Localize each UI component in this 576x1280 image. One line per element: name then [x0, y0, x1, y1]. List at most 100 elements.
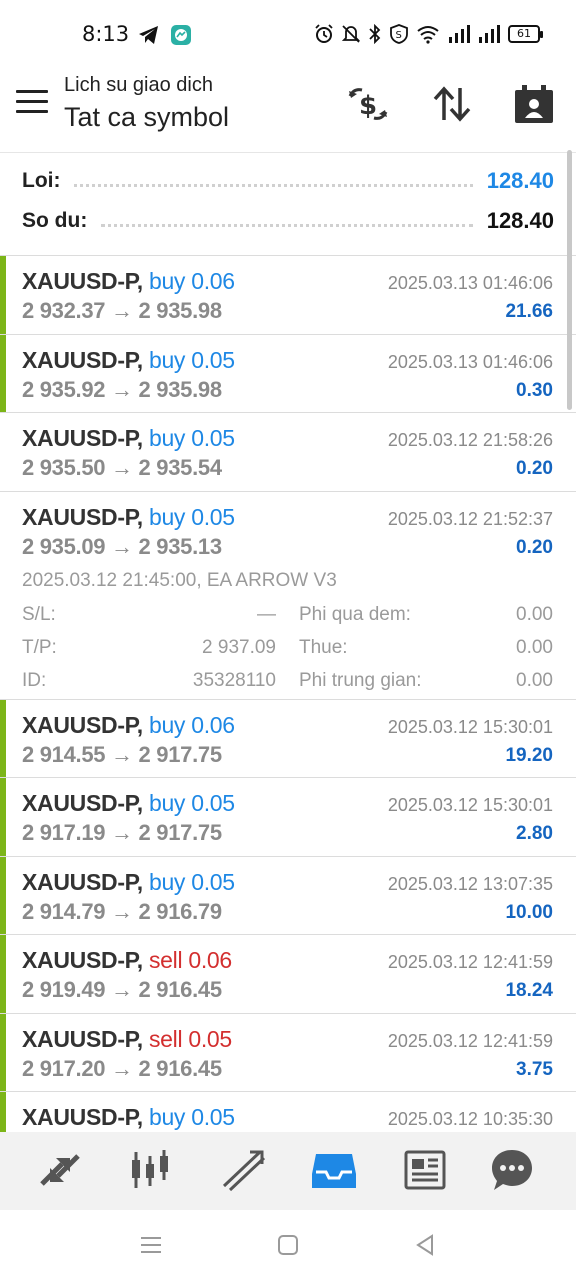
- vpn-icon: S: [390, 24, 408, 44]
- trade-profit: 21.66: [505, 301, 553, 322]
- trade-side: buy 0.05: [148, 790, 235, 816]
- trade-symbol: XAUUSD-P,: [22, 346, 143, 373]
- tax-value: 0.00: [516, 636, 553, 658]
- trade-symbol: XAUUSD-P,: [22, 790, 143, 816]
- balance-label: So du:: [22, 209, 88, 232]
- balance-summary: Loi: 128.40 So du: 128.40: [0, 152, 576, 256]
- trade-profit: 0.20: [516, 458, 553, 479]
- quotes-icon[interactable]: [36, 1146, 84, 1194]
- trade-prices: 2 935.09 → 2 935.13: [22, 533, 222, 559]
- tp-label: T/P:: [22, 636, 57, 658]
- trade-row[interactable]: XAUUSD-P, buy 0.05 2 917.19 → 2 917.75 2…: [0, 778, 576, 857]
- trade-side: buy 0.06: [148, 711, 235, 738]
- dotted-leader: [74, 183, 473, 187]
- currency-exchange-icon[interactable]: $: [346, 82, 390, 126]
- trade-symbol-line: XAUUSD-P, buy 0.05: [22, 504, 235, 531]
- trade-time: 2025.03.12 13:07:35: [387, 873, 553, 894]
- home-icon[interactable]: [277, 1234, 299, 1256]
- trade-time: 2025.03.12 12:41:59: [387, 952, 553, 972]
- sl-label: S/L:: [22, 603, 56, 625]
- news-icon[interactable]: [402, 1146, 450, 1194]
- trade-side: buy 0.05: [148, 425, 235, 451]
- trade-time: 2025.03.13 01:46:06: [387, 273, 553, 293]
- svg-text:$: $: [359, 91, 377, 121]
- trade-icon[interactable]: [220, 1146, 268, 1194]
- balance-row: So du: 128.40: [22, 201, 554, 241]
- trade-symbol: XAUUSD-P,: [22, 947, 143, 973]
- sort-icon[interactable]: [430, 82, 474, 126]
- trade-history-list: XAUUSD-P, buy 0.06 2 932.37 → 2 935.98 2…: [0, 256, 576, 1132]
- trade-prices: 2 917.19 → 2 917.75: [22, 820, 222, 845]
- swap-label: Phi qua dem:: [299, 603, 411, 625]
- trade-symbol: XAUUSD-P,: [22, 268, 143, 294]
- trade-row[interactable]: XAUUSD-P, buy 0.06 2 914.55 → 2 917.75 2…: [0, 699, 576, 778]
- trade-open-info: 2025.03.12 21:45:00, EA ARROW V3: [22, 569, 337, 591]
- back-icon[interactable]: [414, 1234, 436, 1256]
- dotted-leader: [101, 223, 473, 227]
- trade-side: buy 0.05: [148, 868, 235, 895]
- telegram-icon: [139, 26, 158, 44]
- status-bar: 8:13 S 61: [0, 0, 576, 70]
- trade-side: buy 0.05: [148, 1104, 235, 1130]
- trade-time: 2025.03.12 12:41:59: [387, 1030, 553, 1051]
- recent-apps-icon[interactable]: [140, 1234, 162, 1256]
- chart-icon[interactable]: [126, 1146, 174, 1194]
- id-label: ID:: [22, 669, 47, 691]
- bottom-navigation: [0, 1132, 576, 1210]
- mute-icon: [342, 25, 360, 43]
- trade-prices: 2 935.92 → 2 935.98: [22, 376, 222, 402]
- trade-profit: 2.80: [516, 823, 553, 844]
- closed-trade-indicator: [0, 935, 6, 1013]
- trade-row[interactable]: XAUUSD-P, buy 0.05 2025.03.12 10:35:30: [0, 1092, 576, 1132]
- trade-row[interactable]: XAUUSD-P, buy 0.06 2 932.37 → 2 935.98 2…: [0, 256, 576, 335]
- history-icon[interactable]: [310, 1146, 358, 1194]
- status-time: 8:13: [82, 22, 130, 46]
- trade-row[interactable]: XAUUSD-P, sell 0.05 2 917.20 → 2 916.45 …: [0, 1013, 576, 1092]
- trade-symbol: XAUUSD-P,: [22, 1025, 143, 1052]
- battery-icon: 61: [508, 25, 543, 43]
- trade-symbol: XAUUSD-P,: [22, 868, 143, 895]
- trade-side: buy 0.06: [148, 268, 235, 294]
- trade-row[interactable]: XAUUSD-P, buy 0.05 2 914.79 → 2 916.79 2…: [0, 856, 576, 935]
- page-title[interactable]: Tat ca symbol: [64, 102, 229, 133]
- bluetooth-icon: [369, 24, 381, 44]
- closed-trade-indicator: [0, 256, 6, 334]
- menu-icon[interactable]: [16, 90, 48, 116]
- alarm-icon: [315, 24, 333, 43]
- scrollbar[interactable]: [567, 150, 572, 410]
- trade-symbol-line: XAUUSD-P, buy 0.05: [22, 347, 235, 374]
- trade-symbol: XAUUSD-P,: [22, 1104, 143, 1130]
- profit-value: 128.40: [486, 168, 554, 193]
- trade-row-expanded[interactable]: XAUUSD-P, buy 0.05 2 935.09 → 2 935.13 2…: [0, 492, 576, 700]
- closed-trade-indicator: [0, 856, 6, 934]
- trade-symbol: XAUUSD-P,: [22, 503, 143, 530]
- trade-profit: 10.00: [505, 901, 553, 923]
- profit-row: Loi: 128.40: [22, 161, 554, 201]
- trade-row[interactable]: XAUUSD-P, buy 0.05 2 935.92 → 2 935.98 2…: [0, 334, 576, 413]
- signal-icon: [449, 25, 470, 43]
- commission-value: 0.00: [516, 669, 553, 691]
- trade-profit: 0.20: [516, 536, 553, 558]
- trade-profit: 18.24: [505, 980, 553, 1001]
- trade-side: buy 0.05: [148, 346, 235, 373]
- trade-row[interactable]: XAUUSD-P, buy 0.05 2 935.50 → 2 935.54 2…: [0, 413, 576, 492]
- profit-label: Loi:: [22, 169, 61, 192]
- messenger-icon: [171, 25, 191, 45]
- messages-icon[interactable]: [488, 1146, 536, 1194]
- trade-row[interactable]: XAUUSD-P, sell 0.06 2 919.49 → 2 916.45 …: [0, 935, 576, 1014]
- trade-symbol-line: XAUUSD-P, buy 0.06: [22, 268, 235, 295]
- trade-symbol-line: XAUUSD-P, buy 0.05: [22, 790, 235, 817]
- calendar-icon[interactable]: [512, 82, 556, 126]
- trade-symbol-line: XAUUSD-P, sell 0.06: [22, 947, 232, 974]
- sl-value: —: [257, 603, 276, 625]
- trade-side: sell 0.05: [148, 1025, 232, 1052]
- closed-trade-indicator: [0, 778, 6, 856]
- trade-prices: 2 932.37 → 2 935.98: [22, 298, 222, 323]
- trade-profit: 0.30: [516, 379, 553, 401]
- trade-profit: 3.75: [516, 1058, 553, 1080]
- signal-icon: [479, 25, 500, 43]
- trade-prices: 2 914.55 → 2 917.75: [22, 741, 222, 767]
- trade-prices: 2 914.79 → 2 916.79: [22, 898, 222, 924]
- page-subtitle: Lich su giao dich: [64, 74, 213, 96]
- trade-symbol: XAUUSD-P,: [22, 711, 143, 738]
